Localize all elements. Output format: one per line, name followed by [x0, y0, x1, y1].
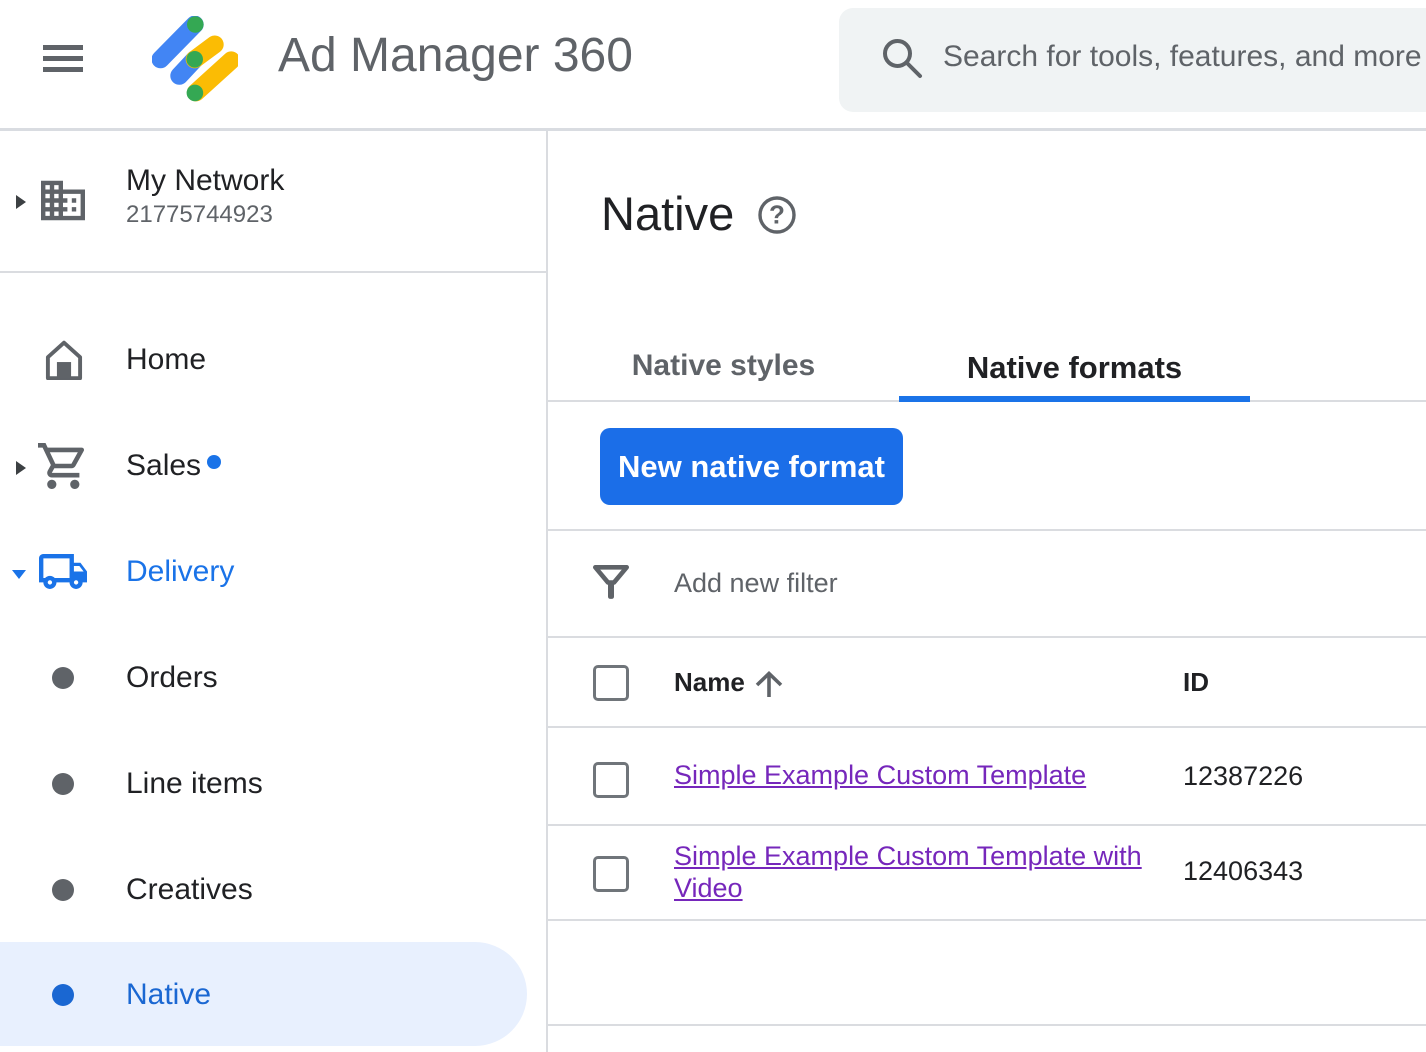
svg-text:?: ?: [769, 200, 785, 230]
